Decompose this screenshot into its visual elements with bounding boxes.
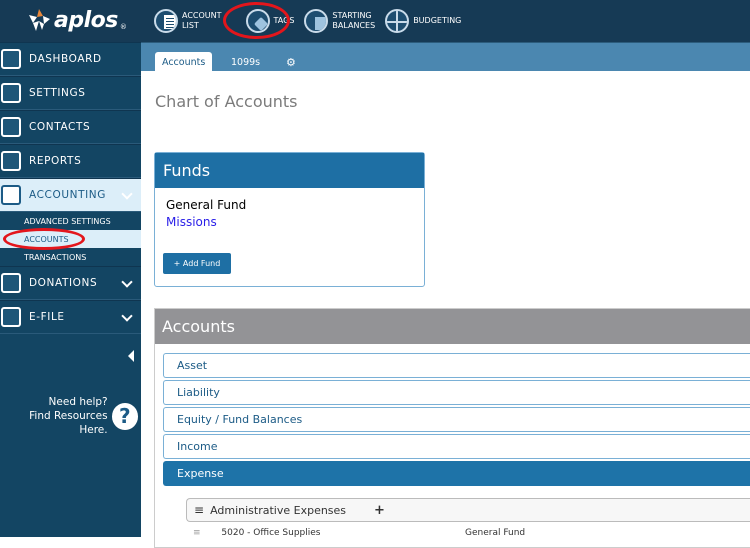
help-question-icon[interactable]: ? <box>111 402 138 430</box>
reports-icon <box>1 151 21 171</box>
topnav-starting-balances-line1: Starting <box>332 11 372 20</box>
sidebar-item-label: DASHBOARD <box>29 53 102 65</box>
topnav-tags-label: Tags <box>273 16 295 25</box>
accounts-title: Accounts <box>155 309 750 344</box>
sidebar-item-donations[interactable]: DONATIONS <box>0 266 141 300</box>
category-equity[interactable]: Equity / Fund Balances <box>163 407 750 432</box>
topnav-account-list[interactable]: Account List <box>154 9 222 33</box>
sidebar-item-label: CONTACTS <box>29 121 91 133</box>
help-line2: Find Resources Here. <box>29 410 108 436</box>
topnav-account-list-line2: List <box>182 21 199 30</box>
category-expense[interactable]: Expense <box>163 461 750 486</box>
top-bar: aplos ® Account List Tags Starting Balance… <box>0 0 750 42</box>
category-liability[interactable]: Liability <box>163 380 750 405</box>
account-group: ≡ Administrative Expenses + <box>186 498 750 522</box>
accounting-icon <box>1 185 21 205</box>
brand-registered: ® <box>119 23 127 31</box>
aplos-logo-mark-icon <box>27 9 51 31</box>
category-asset[interactable]: Asset <box>163 353 750 378</box>
funds-title: Funds <box>155 153 424 188</box>
topnav-tags[interactable]: Tags <box>245 9 295 33</box>
topnav-budgeting-label: Budgeting <box>413 16 462 25</box>
tag-icon <box>245 9 270 33</box>
donations-icon <box>1 273 21 293</box>
collapse-sidebar-icon[interactable] <box>128 350 134 362</box>
chevron-down-icon <box>121 188 133 200</box>
sidebar-item-label: E-FILE <box>29 311 65 323</box>
budgeting-icon <box>385 9 410 33</box>
sidebar: DASHBOARD SETTINGS CONTACTS REPORTS ACCO… <box>0 42 141 537</box>
sidebar-subitem-advanced-settings[interactable]: ADVANCED SETTINGS <box>0 212 141 230</box>
sidebar-item-accounting[interactable]: ACCOUNTING <box>0 178 141 212</box>
gears-icon[interactable]: ⚙ <box>279 52 303 72</box>
drag-handle-icon[interactable]: ≡ <box>194 503 204 517</box>
sidebar-item-reports[interactable]: REPORTS <box>0 144 141 178</box>
sidebar-item-label: ACCOUNTING <box>29 189 106 201</box>
topnav-budgeting[interactable]: Budgeting <box>385 9 461 33</box>
sidebar-item-label: DONATIONS <box>29 277 98 289</box>
fund-missions[interactable]: Missions <box>155 215 424 229</box>
group-label: Administrative Expenses <box>210 503 347 517</box>
funds-panel: Funds General Fund Missions + Add Fund <box>154 152 425 287</box>
topnav-account-list-line1: Account <box>182 11 222 20</box>
sidebar-item-contacts[interactable]: CONTACTS <box>0 110 141 144</box>
topnav-starting-balances[interactable]: Starting Balances <box>304 9 375 33</box>
settings-icon <box>1 83 21 103</box>
tab-bar: Accounts 1099s ⚙ <box>141 42 750 72</box>
starting-balances-icon <box>304 9 329 33</box>
add-fund-button[interactable]: + Add Fund <box>163 253 231 274</box>
help-link[interactable]: Need help? Find Resources Here. ? <box>0 395 141 437</box>
sidebar-item-label: REPORTS <box>29 155 82 167</box>
sidebar-subitem-accounts[interactable]: ACCOUNTS <box>0 230 141 248</box>
tab-1099s[interactable]: 1099s <box>224 52 267 72</box>
category-income[interactable]: Income <box>163 434 750 459</box>
brand-name: aplos <box>54 7 118 33</box>
help-line1: Need help? <box>48 396 108 408</box>
sidebar-item-dashboard[interactable]: DASHBOARD <box>0 42 141 76</box>
topnav-starting-balances-line2: Balances <box>332 21 376 30</box>
dashboard-icon <box>1 49 21 69</box>
add-account-icon[interactable]: + <box>374 503 385 518</box>
sidebar-item-settings[interactable]: SETTINGS <box>0 76 141 110</box>
contacts-icon <box>1 117 21 137</box>
chevron-down-icon <box>121 310 133 322</box>
page-title: Chart of Accounts <box>155 92 298 111</box>
account-list-icon <box>154 9 178 33</box>
tab-accounts[interactable]: Accounts <box>155 52 213 72</box>
aplos-logo[interactable]: aplos ® <box>27 6 127 34</box>
top-nav: Account List Tags Starting Balances Budget… <box>154 0 471 42</box>
sidebar-item-efile[interactable]: E-FILE <box>0 300 141 334</box>
sidebar-subitem-transactions[interactable]: TRANSACTIONS <box>0 248 141 266</box>
fund-general[interactable]: General Fund <box>155 198 424 212</box>
sidebar-item-label: SETTINGS <box>29 87 86 99</box>
chevron-down-icon <box>121 276 133 288</box>
accounts-panel: Accounts Asset Liability Equity / Fund B… <box>154 308 750 548</box>
efile-icon <box>1 307 21 327</box>
